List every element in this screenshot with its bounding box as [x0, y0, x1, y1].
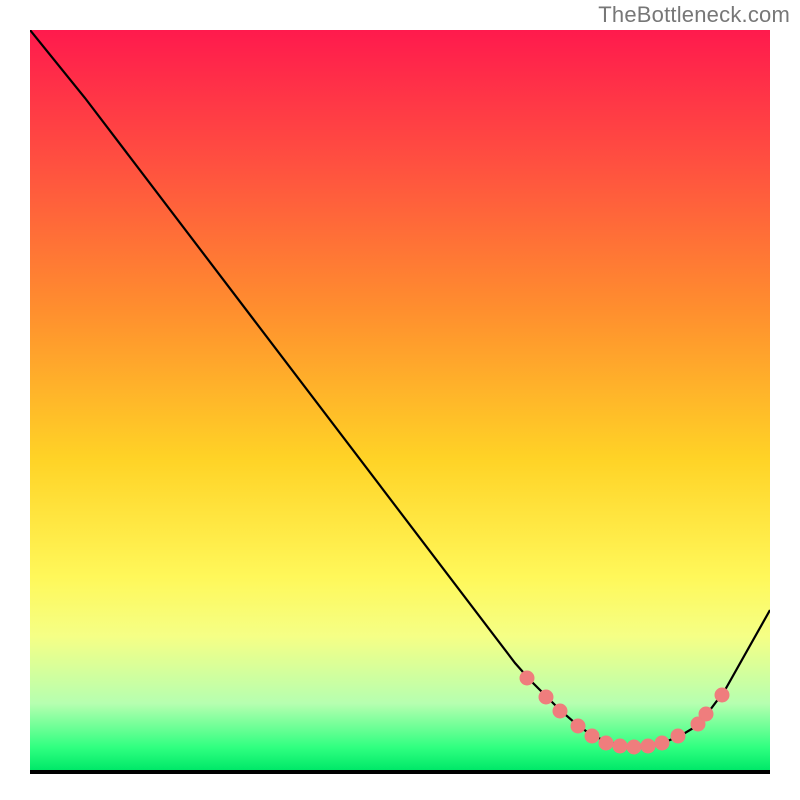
curve-svg	[30, 30, 770, 770]
chart-container: TheBottleneck.com	[0, 0, 800, 800]
watermark-text: TheBottleneck.com	[598, 2, 790, 28]
main-curve	[30, 30, 770, 746]
valley-markers	[520, 671, 729, 754]
x-axis-line	[30, 770, 770, 774]
